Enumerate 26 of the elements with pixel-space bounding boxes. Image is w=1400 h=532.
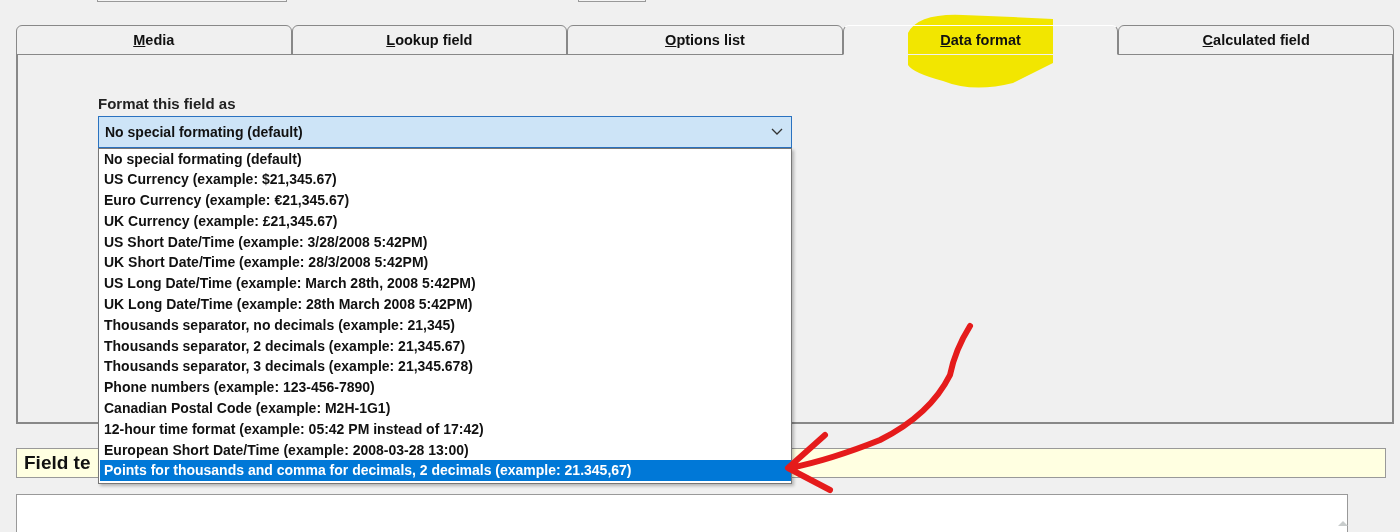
dropdown-option[interactable]: Thousands separator, 2 decimals (example: 21,345.67) xyxy=(100,335,791,357)
tab[interactable]: Options list xyxy=(567,25,843,55)
dropdown-option[interactable]: US Long Date/Time (example: March 28th, 2008 5:42PM) xyxy=(100,273,791,295)
scroll-up-icon[interactable] xyxy=(1337,518,1349,527)
dropdown-option[interactable]: Euro Currency (example: €21,345.67) xyxy=(100,190,791,211)
field-label: Format this field as xyxy=(98,94,236,112)
dropdown-option[interactable]: Thousands separator, no decimals (example: 21,345) xyxy=(100,314,791,336)
tab[interactable]: Data format xyxy=(842,25,1119,55)
tab[interactable]: Media xyxy=(16,25,292,55)
format-dropdown[interactable]: No special formating (default) xyxy=(98,115,792,148)
section-title: Field te xyxy=(24,451,91,474)
dropdown-option[interactable]: UK Currency (example: £21,345.67) xyxy=(100,210,791,232)
dropdown-option[interactable]: Points for thousands and comma for decimals, 2 decimals (example: 21.345,67) xyxy=(100,460,791,482)
tab[interactable]: Lookup field xyxy=(291,25,568,55)
dropdown-option[interactable]: Thousands separator, 3 decimals (example: 21,345.678) xyxy=(100,356,791,378)
dropdown-option[interactable]: No special formating (default) xyxy=(100,148,791,170)
dropdown-option[interactable]: Phone numbers (example: 123-456-7890) xyxy=(100,377,791,399)
dropdown-option[interactable]: European Short Date/Time (example: 2008-03-28 13:00) xyxy=(100,439,791,461)
chevron-down-icon xyxy=(771,127,783,136)
tab[interactable]: Calculated field xyxy=(1118,25,1394,55)
dropdown-option[interactable]: UK Long Date/Time (example: 28th March 2008 5:42PM) xyxy=(100,294,791,315)
dropdown-option[interactable]: US Short Date/Time (example: 3/28/2008 5:42PM) xyxy=(100,231,791,253)
dropdown-option[interactable]: US Currency (example: $21,345.67) xyxy=(100,169,791,191)
dropdown-option[interactable]: 12-hour time format (example: 05:42 PM instead of 17:42) xyxy=(100,418,791,440)
dropdown-option[interactable]: UK Short Date/Time (example: 28/3/2008 5:42PM) xyxy=(100,252,791,274)
dropdown-option[interactable]: Canadian Postal Code (example: M2H-1G1) xyxy=(100,398,791,419)
